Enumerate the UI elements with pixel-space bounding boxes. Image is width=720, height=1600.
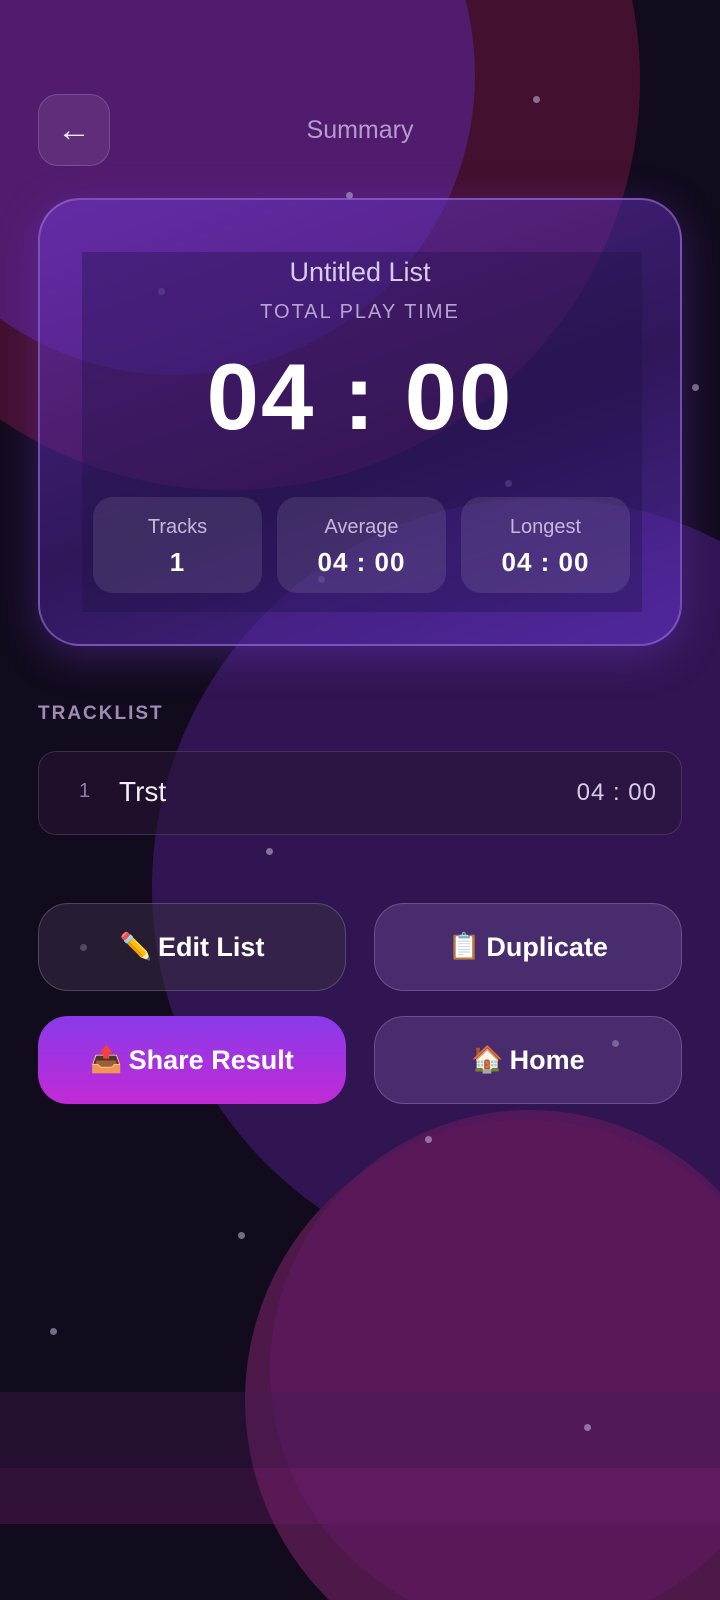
stat-longest: Longest 04 : 00 bbox=[461, 497, 630, 593]
edit-list-label: Edit List bbox=[157, 931, 265, 962]
summary-card: Untitled List TOTAL PLAY TIME 04 : 00 Tr… bbox=[38, 198, 682, 646]
tracklist-heading: TRACKLIST bbox=[38, 703, 164, 724]
track-title: Trst bbox=[119, 776, 167, 807]
share-result-button[interactable]: 📤 Share Result bbox=[38, 1016, 346, 1104]
stat-value: 1 bbox=[169, 547, 186, 577]
track-duration: 04 : 00 bbox=[576, 779, 657, 806]
stat-label: Longest bbox=[509, 516, 582, 538]
stat-value: 04 : 00 bbox=[317, 547, 406, 577]
pencil-icon: ✏️ bbox=[119, 932, 152, 962]
total-play-time-value: 04 : 00 bbox=[206, 344, 514, 449]
duplicate-button[interactable]: 📋 Duplicate bbox=[374, 903, 682, 991]
stat-value: 04 : 00 bbox=[501, 547, 590, 577]
stat-tracks: Tracks 1 bbox=[93, 497, 262, 593]
track-row[interactable]: 1 Trst 04 : 00 bbox=[38, 751, 682, 835]
home-label: Home bbox=[509, 1044, 585, 1075]
home-button[interactable]: 🏠 Home bbox=[374, 1016, 682, 1104]
page-title: Summary bbox=[306, 116, 414, 144]
summary-screen: ← Summary Untitled List TOTAL PLAY TIME … bbox=[0, 0, 720, 1600]
outbox-tray-icon: 📤 bbox=[90, 1045, 123, 1075]
stat-label: Tracks bbox=[147, 516, 208, 538]
duplicate-label: Duplicate bbox=[486, 931, 608, 962]
house-icon: 🏠 bbox=[471, 1045, 504, 1075]
share-result-label: Share Result bbox=[128, 1044, 294, 1075]
edit-list-button[interactable]: ✏️ Edit List bbox=[38, 903, 346, 991]
total-play-time-label: TOTAL PLAY TIME bbox=[260, 301, 460, 323]
stat-average: Average 04 : 00 bbox=[277, 497, 446, 593]
track-number: 1 bbox=[79, 780, 91, 802]
stat-label: Average bbox=[324, 516, 399, 538]
list-name: Untitled List bbox=[289, 257, 431, 287]
clipboard-icon: 📋 bbox=[448, 932, 481, 962]
